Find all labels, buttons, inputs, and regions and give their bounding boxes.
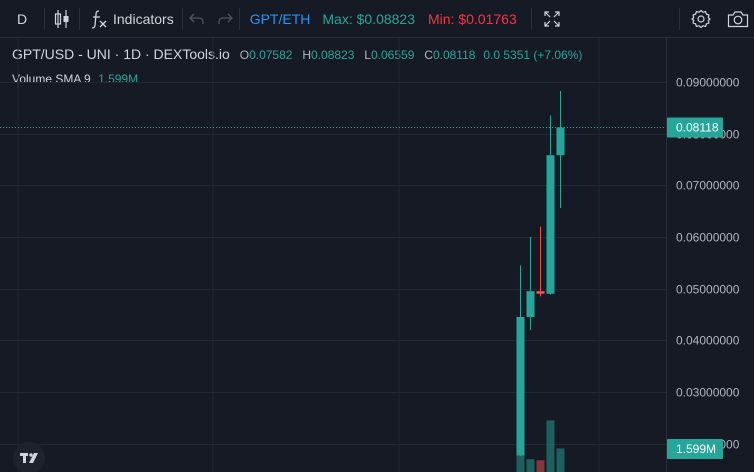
y-tick-label: 0.06000000 xyxy=(676,231,740,245)
y-tick-label: 0.07000000 xyxy=(676,179,740,193)
settings-icon xyxy=(691,9,711,28)
chart-type-button[interactable] xyxy=(45,0,79,38)
undo-button[interactable] xyxy=(183,0,211,38)
volume-bar xyxy=(526,459,535,472)
price-chart[interactable]: 0.090000000.080000000.070000000.06000000… xyxy=(0,38,754,472)
volume-bar xyxy=(556,448,565,472)
y-tick-label: 0.09000000 xyxy=(676,76,740,90)
candle-body xyxy=(556,127,565,156)
candle-body xyxy=(526,291,535,317)
candle-body xyxy=(536,291,545,294)
settings-button[interactable] xyxy=(680,0,722,38)
interval-label: D xyxy=(16,10,28,27)
last-price-label: 0.08118 xyxy=(676,121,719,135)
pair-label: GPT/ETH xyxy=(249,10,311,27)
indicators-label: Indicators xyxy=(113,10,174,27)
max-price-label: Max: $0.08823 xyxy=(322,10,415,27)
volume-bar xyxy=(546,420,555,472)
interval-button[interactable]: D xyxy=(0,0,44,38)
y-tick-label: 0.05000000 xyxy=(676,283,740,297)
undo-icon xyxy=(188,13,204,24)
candles-icon xyxy=(54,9,69,28)
tradingview-logo[interactable] xyxy=(3,440,45,472)
pair-selector[interactable]: GPT/ETH xyxy=(240,0,323,38)
redo-button[interactable] xyxy=(211,0,239,38)
min-price-label: Min: $0.01763 xyxy=(428,10,517,27)
fx-icon xyxy=(91,9,107,29)
candle-body xyxy=(516,317,525,456)
volume-bar xyxy=(536,460,545,472)
screenshot-button[interactable] xyxy=(722,0,754,38)
fullscreen-icon xyxy=(544,10,560,27)
max-price: Max: $0.08823 xyxy=(322,0,428,38)
volume-tag-label: 1.599M xyxy=(676,442,716,456)
candle-body xyxy=(546,155,555,294)
redo-icon xyxy=(218,13,233,24)
fullscreen-button[interactable] xyxy=(532,0,572,38)
min-price: Min: $0.01763 xyxy=(428,0,531,38)
top-toolbar: D Indicators GPT/ETH Max: $0.08823 Min: … xyxy=(0,0,754,38)
y-tick-label: 0.03000000 xyxy=(676,386,740,400)
indicators-button[interactable]: Indicators xyxy=(80,0,182,38)
camera-icon xyxy=(727,10,749,27)
y-tick-label: 0.04000000 xyxy=(676,334,740,348)
